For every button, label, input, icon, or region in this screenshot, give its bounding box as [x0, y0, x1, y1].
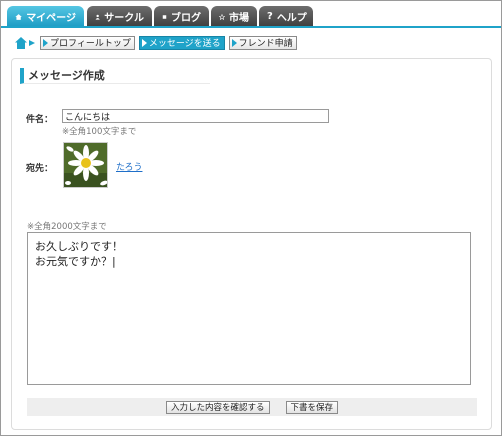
message-body-textarea[interactable]: お久しぶりです！ お元気ですか？| — [27, 232, 471, 385]
tab-label: ブログ — [171, 13, 201, 24]
action-bar: 入力した内容を確認する 下書を保存 — [27, 398, 477, 416]
daisy-photo-icon — [64, 143, 107, 187]
subject-input[interactable] — [62, 109, 329, 123]
subnav-label: プロフィールトップ — [50, 39, 131, 49]
tab-mypage[interactable]: マイページ — [7, 6, 84, 27]
home-arrow-icon[interactable] — [14, 36, 36, 50]
subnav-label: フレンド申請 — [238, 39, 293, 49]
section-title: メッセージ作成 — [20, 68, 210, 84]
to-label: 宛先： — [26, 164, 54, 174]
subnav-label: メッセージを送る — [148, 39, 221, 49]
save-draft-button[interactable]: 下書を保存 — [285, 400, 339, 414]
recipient-avatar[interactable] — [63, 142, 108, 188]
confirm-input-button[interactable]: 入力した内容を確認する — [165, 400, 270, 414]
house-icon — [15, 13, 22, 20]
tab-blog[interactable]: ブログ — [154, 6, 209, 27]
sub-navigation: プロフィールトップ メッセージを送る フレンド申請 — [14, 35, 297, 50]
profile-top-button[interactable]: プロフィールトップ — [40, 35, 135, 50]
person-icon — [95, 14, 100, 20]
question-icon: ? — [267, 10, 273, 22]
tab-label: サークル — [104, 13, 144, 24]
arrow-right-icon — [231, 38, 237, 47]
arrow-right-icon — [43, 38, 48, 47]
window-frame: マイページ サークル ブログ 市場 ? ヘルプ プロフィールトップ メッセージを… — [0, 0, 502, 436]
recipient-link[interactable]: たろう — [116, 160, 142, 173]
arrow-right-icon — [141, 38, 147, 47]
subject-limit-note: ※全角100文字まで — [62, 127, 137, 137]
square-icon — [162, 14, 167, 19]
tab-market[interactable]: 市場 — [211, 6, 257, 27]
tab-label: ヘルプ — [276, 13, 307, 24]
tab-circle[interactable]: サークル — [87, 6, 152, 27]
body-limit-note: ※全角2000文字まで — [27, 222, 107, 232]
tab-help[interactable]: ? ヘルプ — [259, 6, 313, 27]
friend-request-button[interactable]: フレンド申請 — [228, 35, 297, 50]
message-compose-panel: メッセージ作成 件名： ※全角100文字まで 宛先： — [11, 58, 492, 430]
top-tab-bar: マイページ サークル ブログ 市場 ? ヘルプ — [1, 1, 501, 28]
tab-label: マイページ — [26, 13, 76, 24]
tab-label: 市場 — [229, 13, 249, 24]
star-icon — [219, 13, 225, 20]
send-message-button[interactable]: メッセージを送る — [138, 35, 225, 50]
subject-label: 件名： — [26, 115, 54, 125]
tab-underline — [1, 26, 501, 28]
